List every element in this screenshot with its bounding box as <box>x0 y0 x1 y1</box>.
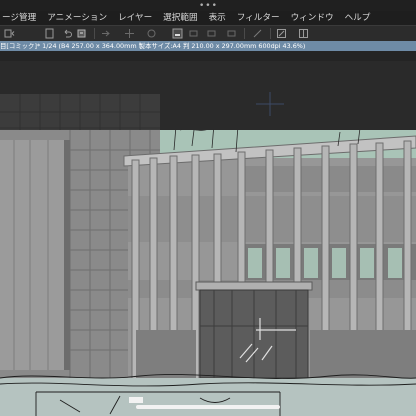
toolbar-fill-icon[interactable] <box>146 28 157 39</box>
toolbar-flip-icon[interactable] <box>276 28 287 39</box>
menu-filter[interactable]: フィルター <box>237 11 280 25</box>
document-title: 目[コミック]* 1/24 (B4 257.00 x 364.00mm 製本サイ… <box>0 42 306 50</box>
menu-layer[interactable]: レイヤー <box>118 11 152 25</box>
toolbar-blank-icon[interactable] <box>100 28 111 39</box>
toolbar-back-icon[interactable] <box>4 28 15 39</box>
drawing-canvas[interactable] <box>0 51 416 416</box>
toolbar-undo-icon[interactable] <box>62 28 73 39</box>
menu-view[interactable]: 表示 <box>209 11 226 25</box>
window-grabber-icon[interactable]: ••• <box>199 2 218 11</box>
toolbar-separator <box>270 28 271 39</box>
toolbar-pen-icon[interactable] <box>226 28 237 39</box>
toolbar-page-icon[interactable] <box>44 28 55 39</box>
toolbar-layer-icon[interactable] <box>188 28 199 39</box>
toolbar-select-icon[interactable] <box>172 28 183 39</box>
toolbar-separator <box>94 28 95 39</box>
toolbar-layout-icon[interactable] <box>298 28 309 39</box>
menu-selection[interactable]: 選択範囲 <box>163 11 197 25</box>
toolbar-separator <box>244 28 245 39</box>
toolbar-eraser-icon[interactable] <box>206 28 217 39</box>
toolbar-rotate-icon[interactable] <box>252 28 263 39</box>
menu-page-management[interactable]: ージ管理 <box>2 11 36 25</box>
menu-animation[interactable]: アニメーション <box>47 11 107 25</box>
document-tab[interactable]: 目[コミック]* 1/24 (B4 257.00 x 364.00mm 製本サイ… <box>0 41 416 51</box>
menu-help[interactable]: ヘルプ <box>345 11 371 25</box>
menu-window[interactable]: ウィンドウ <box>291 11 334 25</box>
toolbar-redo-icon[interactable] <box>76 28 87 39</box>
toolbar-transform-icon[interactable] <box>124 28 135 39</box>
command-bar <box>0 25 416 42</box>
home-indicator[interactable] <box>136 405 280 409</box>
canvas-illustration <box>0 51 416 416</box>
menu-bar: ージ管理 アニメーション レイヤー 選択範囲 表示 フィルター ウィンドウ ヘル… <box>0 11 416 25</box>
